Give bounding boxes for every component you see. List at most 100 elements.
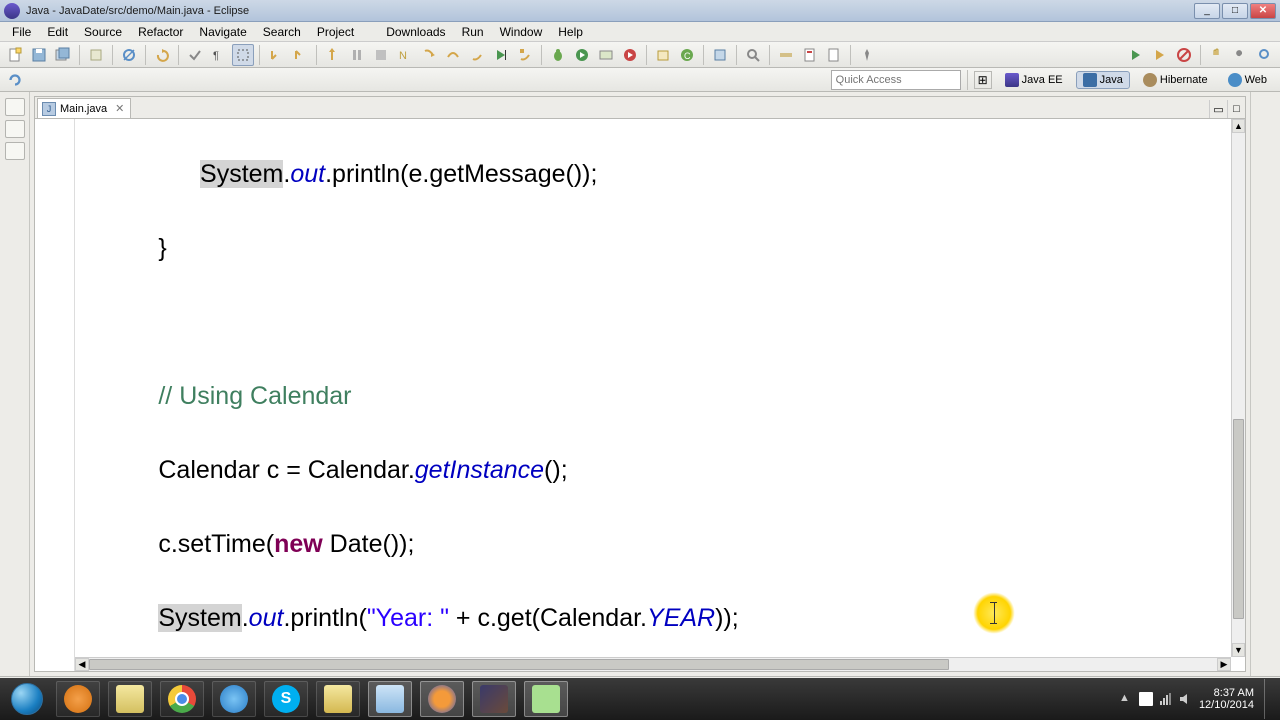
menu-source[interactable]: Source	[76, 23, 130, 41]
minimize-editor-icon[interactable]: ▭	[1209, 100, 1227, 118]
menu-project[interactable]: Project	[309, 23, 362, 41]
tray-action-icon[interactable]	[1139, 692, 1153, 706]
perspective-hibernate[interactable]: Hibernate	[1136, 71, 1215, 89]
gutter[interactable]	[35, 119, 75, 671]
run-ext-icon[interactable]	[619, 44, 641, 66]
terminate-icon[interactable]	[370, 44, 392, 66]
search-icon[interactable]	[742, 44, 764, 66]
use-step-filter-icon[interactable]	[514, 44, 536, 66]
scroll-down-icon[interactable]: ▼	[1232, 643, 1245, 657]
step-return-icon[interactable]	[322, 44, 344, 66]
task-intellij[interactable]	[472, 681, 516, 717]
task-explorer[interactable]	[368, 681, 412, 717]
menu-run[interactable]: Run	[454, 23, 492, 41]
task-folder[interactable]	[316, 681, 360, 717]
close-tab-icon[interactable]: ✕	[115, 102, 124, 115]
step-out-icon[interactable]	[466, 44, 488, 66]
suspend-icon[interactable]	[346, 44, 368, 66]
undo-icon[interactable]	[151, 44, 173, 66]
perspective-web[interactable]: Web	[1221, 71, 1274, 89]
close-button[interactable]: ✕	[1250, 3, 1276, 19]
menu-search[interactable]: Search	[255, 23, 309, 41]
java-file-icon: J	[42, 102, 56, 116]
task-chrome[interactable]	[160, 681, 204, 717]
task-notepadpp[interactable]	[524, 681, 568, 717]
code-area[interactable]: System.out.println(e.getMessage()); } //…	[35, 119, 1245, 671]
annotation2-icon[interactable]	[823, 44, 845, 66]
tab-label: Main.java	[60, 103, 107, 115]
save-icon[interactable]	[28, 44, 50, 66]
scroll-up-icon[interactable]: ▲	[1232, 119, 1245, 133]
menu-navigate[interactable]: Navigate	[191, 23, 254, 41]
save-all-icon[interactable]	[52, 44, 74, 66]
new-java-class-icon[interactable]: C	[676, 44, 698, 66]
wrench-icon[interactable]	[1230, 44, 1252, 66]
workspace: J Main.java ✕ ▭ □ System.out.println(e.g…	[0, 92, 1280, 676]
tray-arrow-icon[interactable]: ▲	[1119, 692, 1133, 706]
refresh-icon[interactable]	[6, 71, 24, 89]
debug-icon[interactable]	[547, 44, 569, 66]
tray-clock[interactable]: 8:37 AM 12/10/2014	[1199, 687, 1254, 711]
vertical-scrollbar[interactable]: ▲ ▼	[1231, 119, 1245, 657]
notepadpp-icon	[532, 685, 560, 713]
scroll-right-icon[interactable]: ▶	[1217, 658, 1231, 671]
maximize-editor-icon[interactable]: □	[1227, 100, 1245, 118]
prev-annotation-icon[interactable]	[289, 44, 311, 66]
menu-window[interactable]: Window	[492, 23, 551, 41]
new-java-package-icon[interactable]	[652, 44, 674, 66]
scroll-left-icon[interactable]: ◀	[75, 658, 89, 671]
show-desktop-button[interactable]	[1264, 679, 1274, 719]
menu-edit[interactable]: Edit	[39, 23, 76, 41]
minimize-button[interactable]: _	[1194, 3, 1220, 19]
task-notepad[interactable]	[108, 681, 152, 717]
maximize-button[interactable]: □	[1222, 3, 1248, 19]
hand-icon[interactable]	[1206, 44, 1228, 66]
tray-volume-icon[interactable]	[1179, 692, 1193, 706]
scroll-thumb-v[interactable]	[1233, 419, 1244, 619]
toggle-block-icon[interactable]	[232, 44, 254, 66]
firefox-icon	[428, 685, 456, 713]
start-button[interactable]	[6, 681, 48, 717]
step-into-icon[interactable]	[418, 44, 440, 66]
task-firefox[interactable]	[420, 681, 464, 717]
pin-icon[interactable]	[856, 44, 878, 66]
next-annotation-icon[interactable]	[265, 44, 287, 66]
tray-network-icon[interactable]	[1159, 692, 1173, 706]
scroll-thumb-h[interactable]	[89, 659, 949, 670]
menu-refactor[interactable]: Refactor	[130, 23, 191, 41]
package-explorer-icon[interactable]	[5, 120, 25, 138]
system-tray[interactable]: ▲ 8:37 AM 12/10/2014	[1119, 679, 1274, 719]
relaunch-icon[interactable]	[1149, 44, 1171, 66]
task-media-player[interactable]	[56, 681, 100, 717]
skip-breakpoints-icon[interactable]	[118, 44, 140, 66]
menu-help[interactable]: Help	[550, 23, 591, 41]
build-icon[interactable]	[85, 44, 107, 66]
disconnect-icon[interactable]: N	[394, 44, 416, 66]
toggle-ws-icon[interactable]: ¶	[208, 44, 230, 66]
perspective-java[interactable]: Java	[1076, 71, 1130, 89]
hierarchy-icon[interactable]	[5, 142, 25, 160]
task-skype[interactable]: S	[264, 681, 308, 717]
run-last-icon[interactable]	[1125, 44, 1147, 66]
menu-file[interactable]: File	[4, 23, 39, 41]
code-content[interactable]: System.out.println(e.getMessage()); } //…	[75, 119, 1231, 657]
perspective-java-ee[interactable]: Java EE	[998, 71, 1070, 89]
stop-icon[interactable]	[1173, 44, 1195, 66]
coverage-icon[interactable]	[595, 44, 617, 66]
restore-view-icon[interactable]	[5, 98, 25, 116]
run-to-line-icon[interactable]	[490, 44, 512, 66]
open-type-icon[interactable]	[709, 44, 731, 66]
new-icon[interactable]	[4, 44, 26, 66]
annotation-icon[interactable]	[799, 44, 821, 66]
zoom-icon[interactable]	[1254, 44, 1276, 66]
quick-access-input[interactable]	[831, 70, 961, 90]
open-perspective-icon[interactable]: ⊞	[974, 71, 992, 89]
toggle-mark-icon[interactable]	[184, 44, 206, 66]
menu-downloads[interactable]: Downloads	[378, 23, 453, 41]
horizontal-scrollbar[interactable]: ◀ ▶	[75, 657, 1231, 671]
step-over-icon[interactable]	[442, 44, 464, 66]
task-ie[interactable]	[212, 681, 256, 717]
tab-main-java[interactable]: J Main.java ✕	[37, 98, 131, 118]
toggle-breadcrumb-icon[interactable]	[775, 44, 797, 66]
run-icon[interactable]	[571, 44, 593, 66]
